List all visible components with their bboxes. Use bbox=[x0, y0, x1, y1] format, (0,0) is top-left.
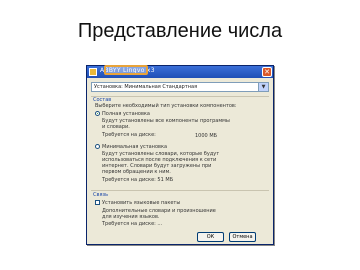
full-install-desc: и словари. bbox=[102, 124, 130, 130]
minimal-install-desc: первом обращении к ним. bbox=[102, 169, 171, 175]
checkbox-desc: для изучения языков. bbox=[102, 214, 160, 220]
slide-title: Представление числа bbox=[77, 20, 283, 42]
close-icon: ✕ bbox=[264, 68, 270, 76]
section-heading: Связь bbox=[93, 192, 109, 198]
divider bbox=[91, 190, 269, 191]
minimal-install-label: Минимальная установка bbox=[102, 144, 168, 150]
chevron-down-icon[interactable]: ▼ bbox=[258, 83, 268, 91]
ok-button[interactable]: ОК bbox=[197, 232, 224, 242]
checkbox-label: Установить языковые пакеты bbox=[102, 200, 181, 206]
minimal-install-required: Требуется на диске: 51 МБ bbox=[102, 177, 174, 183]
cancel-button[interactable]: Отмена bbox=[229, 232, 256, 242]
close-button[interactable]: ✕ bbox=[262, 67, 272, 77]
divider bbox=[91, 96, 269, 97]
full-install-required: Требуется на диске: bbox=[102, 132, 156, 138]
minimal-install-radio[interactable] bbox=[95, 144, 100, 149]
section-intro: Выберите необходимый тип установки компо… bbox=[95, 103, 237, 109]
size-highlight-box bbox=[104, 65, 148, 75]
language-pack-checkbox[interactable] bbox=[95, 200, 100, 205]
full-install-radio[interactable] bbox=[95, 111, 100, 116]
checkbox-required: Требуется на диске: ... bbox=[102, 221, 163, 227]
full-install-label: Полная установка bbox=[102, 111, 150, 117]
install-type-dropdown[interactable]: Установка: Минимальная Стандартная ▼ bbox=[91, 82, 269, 92]
dropdown-value: Установка: Минимальная Стандартная bbox=[94, 84, 198, 90]
full-install-size: 1000 МБ bbox=[195, 133, 218, 139]
setup-dialog: ABBYY Lingvo x3 ✕ Установка: Минимальная… bbox=[86, 65, 274, 245]
app-icon bbox=[89, 68, 97, 76]
